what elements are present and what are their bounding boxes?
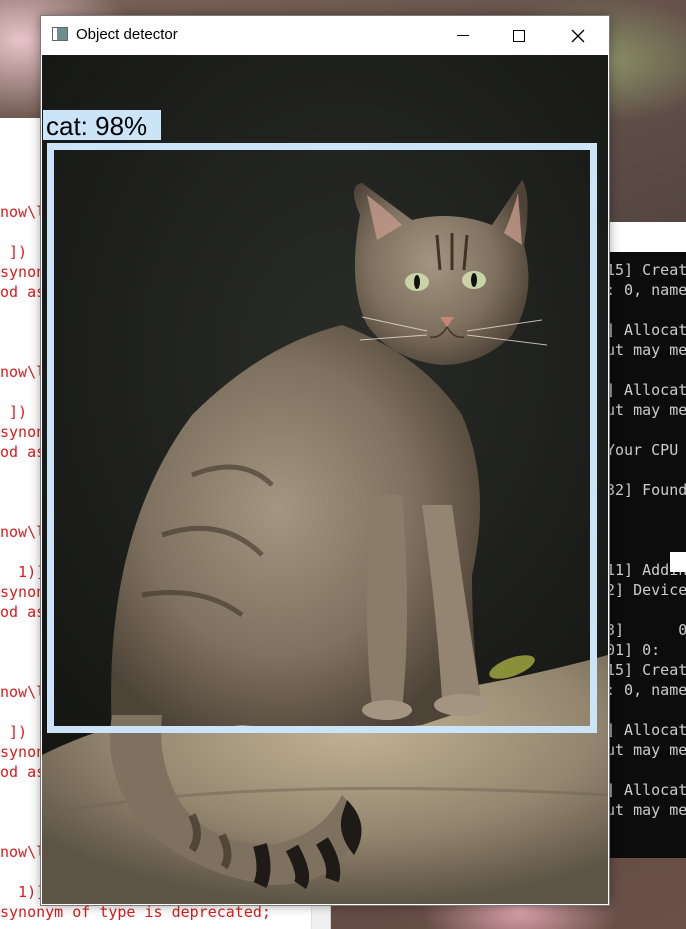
editor-code-line: synon bbox=[0, 743, 46, 761]
close-icon bbox=[571, 29, 585, 42]
editor-code-line: od as bbox=[0, 283, 46, 301]
console-output-line: 3] 0 bbox=[606, 621, 686, 639]
console-output-line: ] Allocat bbox=[606, 381, 686, 399]
minimize-icon bbox=[457, 35, 469, 36]
console-output-line: 2] Device bbox=[606, 581, 686, 599]
console-output-line: ] Allocat bbox=[606, 721, 686, 739]
console-output-line: ut may me bbox=[606, 801, 686, 819]
console-output-line: ] Allocat bbox=[606, 781, 686, 799]
editor-code-line: now\l bbox=[0, 683, 46, 701]
console-output-line: 32] Found bbox=[606, 481, 686, 499]
detection-bounding-box bbox=[47, 143, 597, 733]
editor-code-line: synon bbox=[0, 583, 46, 601]
window-title: Object detector bbox=[76, 26, 178, 43]
detection-image-canvas: cat: 98% bbox=[42, 55, 608, 904]
console-output-line: : 0, name bbox=[606, 681, 686, 699]
editor-code-line: synon bbox=[0, 263, 46, 281]
editor-code-line: now\l bbox=[0, 843, 46, 861]
editor-code-line: synon bbox=[0, 423, 46, 441]
editor-code-line: now\l bbox=[0, 363, 46, 381]
console-output-line: ] Allocat bbox=[606, 321, 686, 339]
console-scrollbar[interactable] bbox=[670, 552, 686, 572]
console-output-line: 15] Creat bbox=[606, 261, 686, 279]
console-output-line: : 0, name bbox=[606, 281, 686, 299]
console-output-line: Your CPU bbox=[606, 441, 679, 459]
console-output-line: 01] 0: bbox=[606, 641, 661, 659]
console-output-line: ut may me bbox=[606, 741, 686, 759]
editor-code-line: now\l bbox=[0, 203, 46, 221]
object-detector-window: Object detector cat: 98% bbox=[40, 15, 610, 906]
editor-code-line: 1)] bbox=[0, 563, 46, 581]
minimize-button[interactable] bbox=[440, 16, 486, 55]
editor-code-line: ]) bbox=[0, 403, 28, 421]
editor-code-line: now\l bbox=[0, 523, 46, 541]
detection-label: cat: 98% bbox=[46, 111, 148, 141]
maximize-icon bbox=[513, 29, 525, 42]
window-titlebar[interactable]: Object detector bbox=[41, 16, 609, 55]
console-output-line: ut may me bbox=[606, 341, 686, 359]
editor-code-line: 1)] bbox=[0, 883, 46, 901]
editor-code-line: od as bbox=[0, 763, 46, 781]
editor-code-line: od as bbox=[0, 443, 46, 461]
editor-code-line: ]) bbox=[0, 723, 28, 741]
app-icon bbox=[52, 27, 68, 41]
console-output-line: 15] Creat bbox=[606, 661, 686, 679]
editor-code-line: od as bbox=[0, 603, 46, 621]
editor-code-line: ]) bbox=[0, 243, 28, 261]
close-button[interactable] bbox=[555, 16, 601, 55]
maximize-button[interactable] bbox=[496, 16, 542, 55]
console-output-line: ut may me bbox=[606, 401, 686, 419]
